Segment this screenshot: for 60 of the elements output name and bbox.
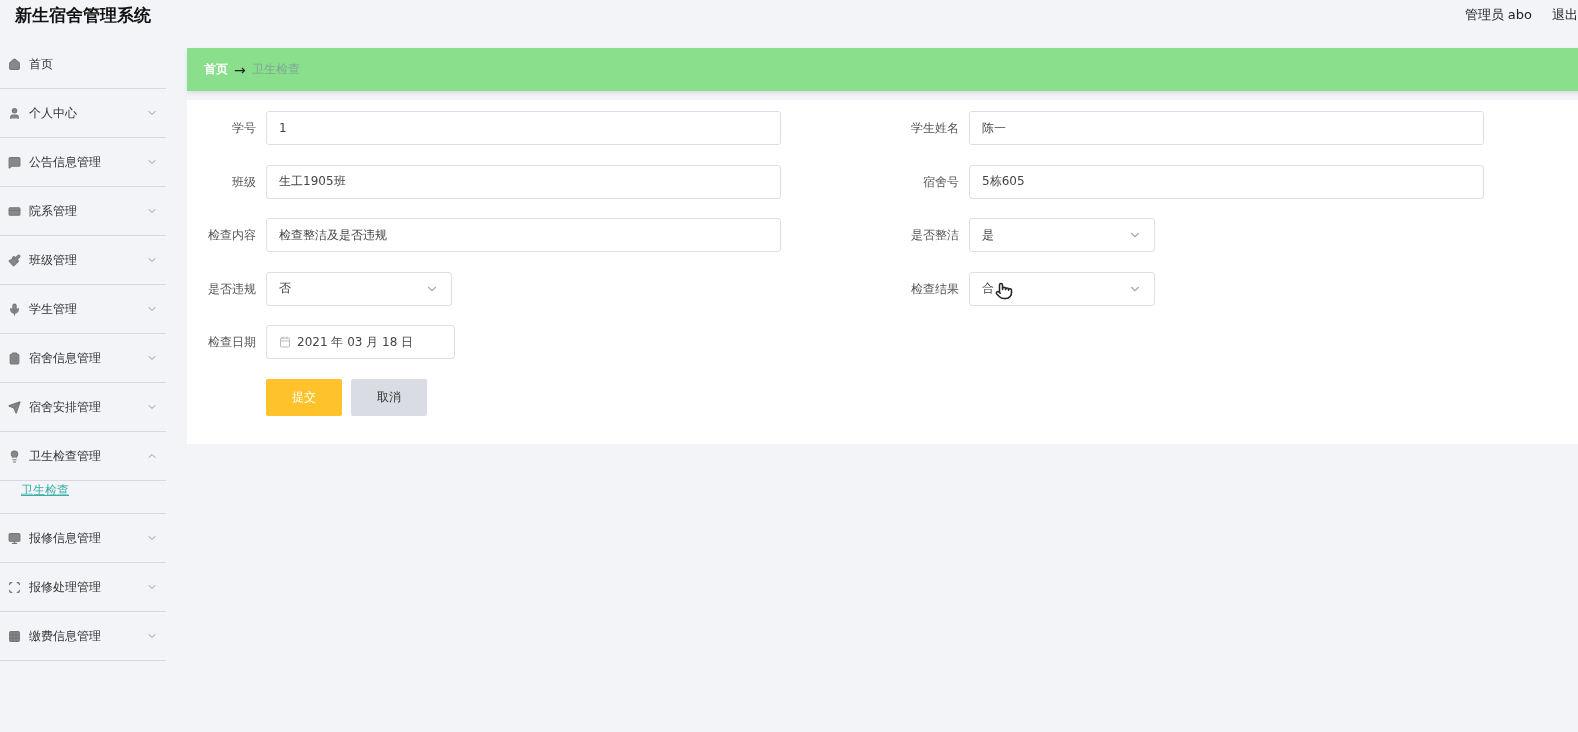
field-label: 学号 [231, 120, 256, 137]
sidebar-label: 首页 [29, 55, 54, 73]
sidebar-label: 报修信息管理 [29, 529, 102, 547]
sidebar-label: 报修处理管理 [29, 578, 102, 596]
card-icon [8, 204, 21, 218]
sidebar-item[interactable]: 班级管理 [0, 236, 166, 285]
sidebar-item[interactable]: 个人中心 [0, 89, 166, 138]
frame-icon [8, 580, 21, 594]
input-field[interactable]: 1 [266, 111, 781, 145]
sidebar-item[interactable]: 报修信息管理 [0, 514, 166, 563]
sidebar-label: 学生管理 [29, 300, 78, 318]
sidebar-item[interactable]: 首页 [0, 40, 166, 89]
cancel-button[interactable]: 取消 [351, 378, 427, 416]
sidebar-item[interactable]: 缴费信息管理 [0, 612, 166, 661]
sidebar-label: 宿舍安排管理 [29, 398, 102, 416]
input-field[interactable]: 生工1905班 [266, 164, 781, 199]
sidebar-label: 院系管理 [29, 202, 78, 220]
grid-icon [8, 629, 21, 643]
field-label: 是否整洁 [910, 227, 959, 244]
paper-plane-icon [8, 400, 21, 414]
field-label: 学生姓名 [910, 120, 959, 137]
breadcrumb-separator: → [234, 61, 246, 78]
sidebar-label: 班级管理 [29, 251, 78, 269]
chat-icon [8, 155, 21, 169]
input-field[interactable]: 检查整洁及是否违规 [266, 218, 781, 252]
calendar-icon [279, 336, 291, 348]
field-label: 检查日期 [207, 334, 256, 351]
logout-link[interactable]: 退出 [1552, 6, 1578, 24]
field-label: 是否违规 [207, 280, 256, 298]
clipboard-icon [8, 351, 21, 365]
home-icon [8, 57, 21, 71]
sidebar-label: 缴费信息管理 [29, 627, 102, 645]
sidebar-label: 个人中心 [29, 104, 78, 122]
input-field[interactable]: 5栋605 [969, 164, 1484, 199]
microphone-icon [8, 302, 21, 316]
sidebar-item[interactable]: 报修处理管理 [0, 563, 166, 612]
input-field[interactable]: 陈一 [969, 111, 1484, 145]
sidebar-item[interactable]: 院系管理 [0, 187, 166, 236]
field-label: 宿舍号 [922, 173, 959, 191]
sidebar-item[interactable]: 宿舍信息管理 [0, 334, 166, 383]
sidebar-item[interactable]: 学生管理 [0, 285, 166, 334]
date-field[interactable]: 2021 年 03 月 18 日 [266, 325, 455, 359]
sidebar-label: 宿舍信息管理 [29, 349, 102, 367]
user-icon [8, 106, 21, 120]
field-label: 检查结果 [910, 280, 959, 298]
brush-icon [8, 253, 21, 267]
select-field[interactable]: 合 [969, 271, 1155, 306]
sidebar-item[interactable]: 卫生检查管理 [0, 432, 166, 481]
sidebar-label: 公告信息管理 [29, 153, 102, 171]
field-label: 班级 [231, 173, 256, 191]
sidebar-item[interactable]: 公告信息管理 [0, 138, 166, 187]
monitor-icon [8, 531, 21, 545]
lightbulb-icon [8, 449, 21, 463]
sidebar-label: 卫生检查管理 [29, 447, 102, 465]
app-title: 新生宿舍管理系统 [15, 4, 151, 27]
sidebar-item[interactable]: 宿舍安排管理 [0, 383, 166, 432]
field-label: 检查内容 [207, 227, 256, 244]
select-field[interactable]: 是 [969, 218, 1155, 252]
select-field[interactable]: 否 [266, 271, 452, 306]
user-name: 管理员 abo [1464, 6, 1532, 24]
